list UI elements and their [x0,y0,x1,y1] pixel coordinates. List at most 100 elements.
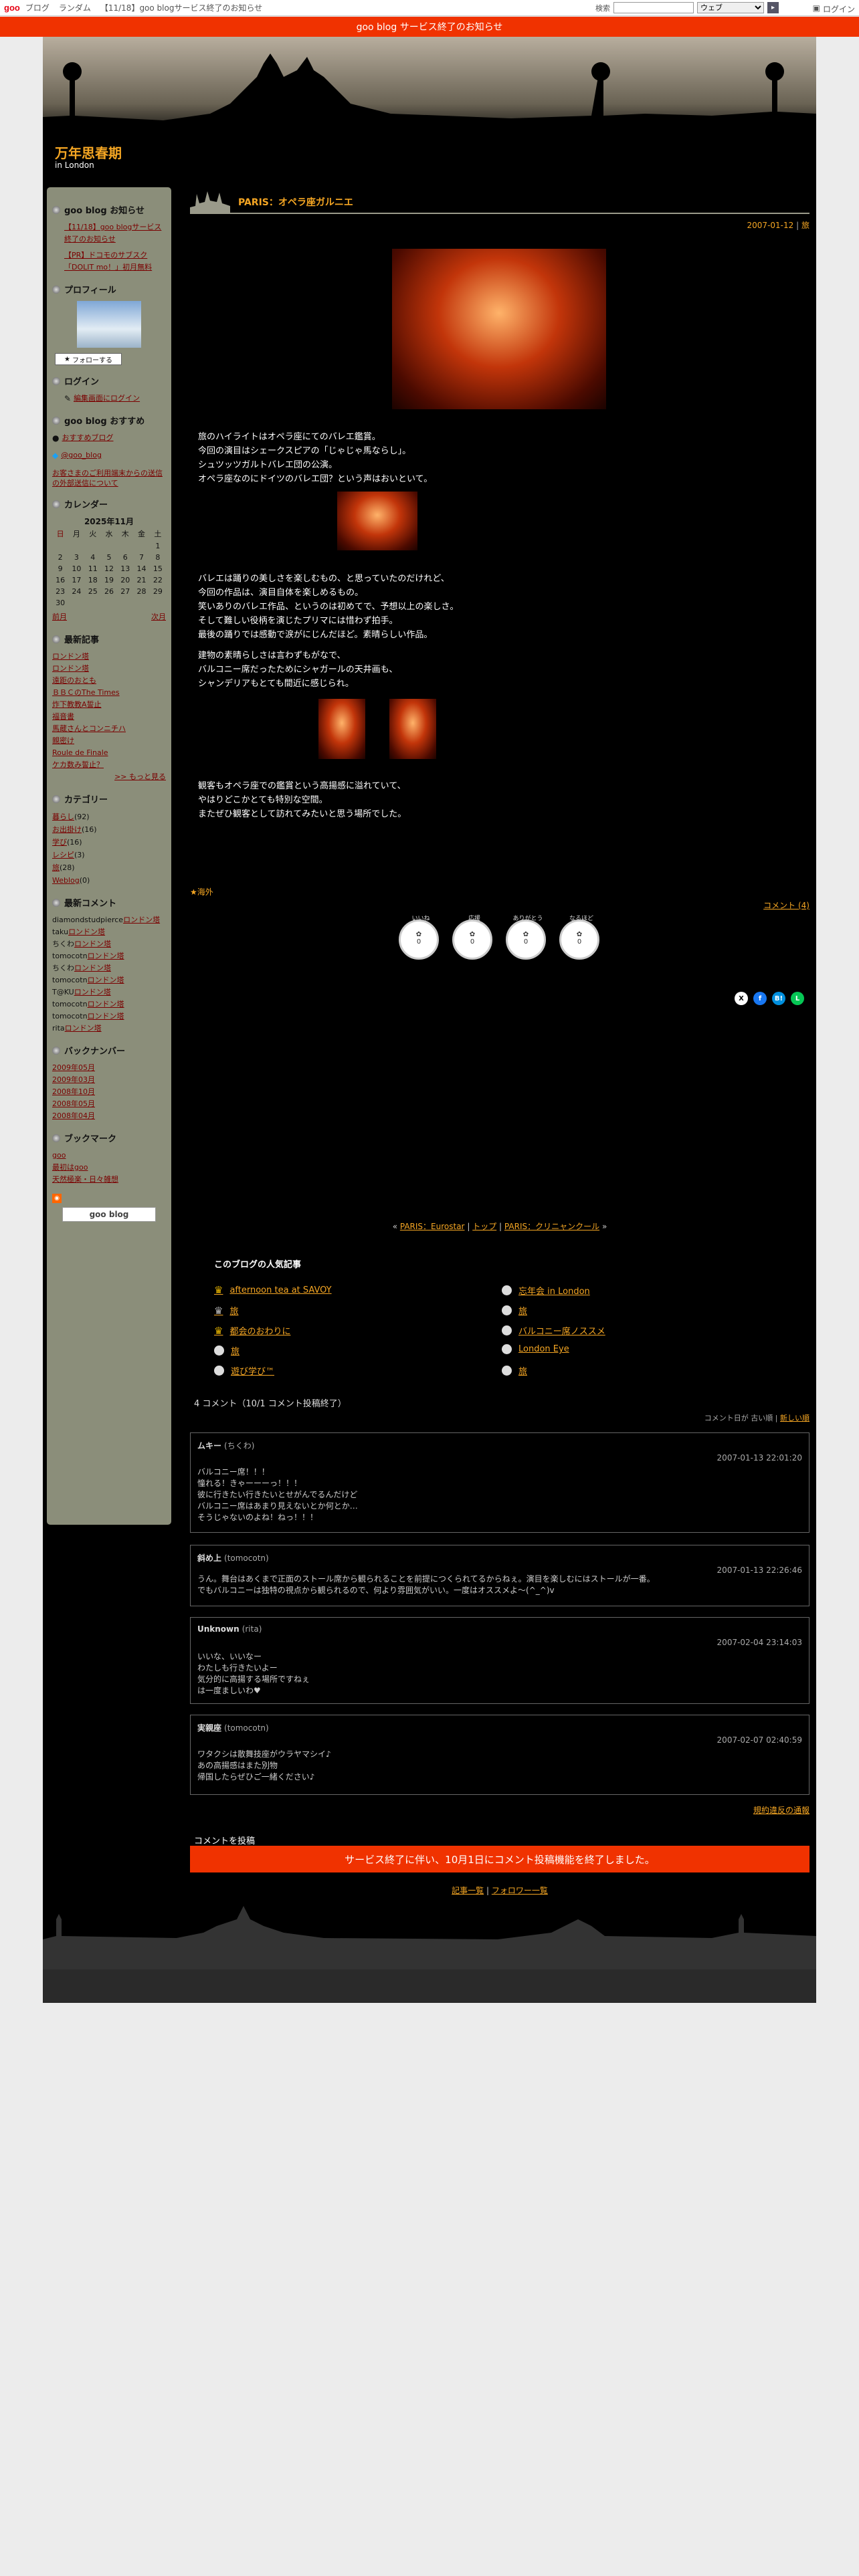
pager-next-link[interactable]: PARIS：クリニャンクール [504,1222,599,1231]
login-edit-link[interactable]: 編集画面にログイン [74,393,140,405]
comment-sort-new[interactable]: 新しい順 [780,1414,809,1422]
category-link[interactable]: レシピ [52,851,74,859]
share-x-icon[interactable]: X [735,992,748,1005]
popular-article-link[interactable]: 旅 [502,1364,527,1377]
nav-notice[interactable]: 【11/18】goo blogサービス終了のお知らせ [100,2,262,13]
post-date-link[interactable]: 2007-01-12 [747,221,794,230]
comment-post-link[interactable]: ロンドン塔 [65,1024,102,1033]
comment-post-link[interactable]: ロンドン塔 [88,1012,124,1021]
comment-post-link[interactable]: ロンドン塔 [74,964,111,972]
backnumber-link[interactable]: 2008年04月 [52,1110,166,1122]
recent-post-link[interactable]: 馬蔵さんとコンニチハ [52,723,166,735]
popular-article-link[interactable]: ♛ 旅 [214,1304,238,1317]
post-category-link[interactable]: 旅 [801,221,809,230]
twitter-link[interactable]: @goo_blog [61,449,102,461]
recent-post-link[interactable]: Roule de Finale [52,747,166,759]
comment-closed-link[interactable]: サービス終了に伴い、10月1日にコメント投稿機能を終了しました。 [345,1852,655,1866]
pager-top-link[interactable]: トップ [472,1222,496,1231]
search-input[interactable] [613,2,694,13]
followers-link[interactable]: フォロワー一覧 [492,1886,548,1895]
comment-sort-old[interactable]: 古い順 [751,1414,773,1422]
recent-post-link[interactable]: ＢＢＣのThe Times [52,687,166,699]
comment-by[interactable]: (tomocotn) [224,1723,269,1733]
login-link[interactable]: ▣ ログイン [813,3,855,15]
calendar-day: 12 [104,564,114,573]
calendar-prev-link[interactable]: 前月 [52,611,67,623]
reaction-button[interactable]: ありがとう ✿ 0 [506,916,546,960]
category-link[interactable]: 学び [52,838,67,847]
comment-count-link[interactable]: コメント (4) [763,899,809,911]
article-list-link[interactable]: 記事一覧 [452,1886,484,1895]
recent-post-link[interactable]: ロンドン塔 [52,651,166,663]
recommend-link[interactable]: おすすめブログ [62,432,113,444]
search-scope-select[interactable]: ウェブ [697,2,764,13]
backnumber-link[interactable]: 2009年03月 [52,1074,166,1086]
popular-article-link[interactable]: 旅 [214,1344,240,1357]
popular-article-link[interactable]: 忘年会 in London [502,1284,590,1297]
stage-photo[interactable] [337,492,417,550]
lightbulb-icon: ● [52,433,60,443]
post-category-tag[interactable]: ★海外 [190,886,213,897]
recent-post-link[interactable]: 親密け [52,735,166,747]
external-send-link[interactable]: お客さまのご利用端末からの送信の外部送信について [52,468,166,488]
service-end-notice-link[interactable]: goo blog サービス終了のお知らせ [357,20,503,33]
popular-article-link[interactable]: ♛ 都会のおわりに [214,1324,290,1337]
recent-post-link[interactable]: 炸下教教A誓止 [52,699,166,711]
backnumber-link[interactable]: 2009年05月 [52,1062,166,1074]
goo-logo[interactable]: goo [4,3,20,13]
popular-article-link[interactable]: ♛ afternoon tea at SAVOY [214,1284,332,1296]
category-link[interactable]: 暮らし [52,813,74,821]
calendar-next-link[interactable]: 次月 [151,611,166,623]
comment-post-link[interactable]: ロンドン塔 [88,952,124,960]
popular-article-link[interactable]: 遊び学び™ [214,1364,274,1377]
info-link-pr[interactable]: 【PR】ドコモのサブスク「DOLIT mo！」初月無料 [64,249,166,274]
goo-blog-badge[interactable]: goo blog [62,1207,156,1222]
popular-article-link[interactable]: バルコニー席ノススメ [502,1324,605,1337]
recent-post-link[interactable]: 福音書 [52,711,166,723]
bookmark-link[interactable]: 最初はgoo [52,1162,166,1174]
report-link[interactable]: 規約違反の通報 [753,1804,809,1816]
blog-title[interactable]: 万年思春期 [55,142,122,162]
comment-by[interactable]: (tomocotn) [224,1553,269,1563]
info-link-service-end[interactable]: 【11/18】goo blogサービス終了のお知らせ [64,221,166,245]
share-line-icon[interactable]: L [791,992,804,1005]
recent-post-link[interactable]: ロンドン塔 [52,663,166,675]
post-title[interactable]: PARIS：オペラ座ガルニエ [238,195,353,209]
rss-icon[interactable]: ◉ [52,1194,62,1203]
backnumber-link[interactable]: 2008年05月 [52,1098,166,1110]
category-link[interactable]: 旅 [52,863,60,872]
comment-post-link[interactable]: ロンドン塔 [88,1000,124,1008]
comment-post-link[interactable]: ロンドン塔 [88,976,124,984]
reaction-icon: ✿ [469,931,476,938]
comment-post-link[interactable]: ロンドン塔 [74,940,111,948]
popular-article-link[interactable]: 旅 [502,1304,527,1317]
nav-random[interactable]: ランダム [59,2,91,13]
backnumber-link[interactable]: 2008年10月 [52,1086,166,1098]
opera-house-photo[interactable] [392,249,606,409]
search-go-button[interactable]: ▸ [767,2,779,13]
reaction-button[interactable]: いいね ✿ 0 [399,916,439,960]
reaction-button[interactable]: 応援 ✿ 0 [452,916,492,960]
comment-by[interactable]: (rita) [242,1624,262,1634]
nav-blog[interactable]: ブログ [25,2,50,13]
comment-by[interactable]: (ちくわ) [224,1441,254,1451]
share-hatena-icon[interactable]: B! [772,992,785,1005]
category-link[interactable]: お出掛け [52,825,82,834]
comment-post-link[interactable]: ロンドン塔 [123,916,160,924]
comment-post-link[interactable]: ロンドン塔 [74,988,111,996]
follow-button[interactable]: ★ フォローする [55,353,122,365]
reaction-button[interactable]: なるほど ✿ 0 [559,916,599,960]
bookmark-link[interactable]: goo [52,1150,166,1162]
category-link[interactable]: Weblog [52,876,80,885]
bookmark-link[interactable]: 天然極楽・日々雑想 [52,1174,166,1186]
comment-post-link[interactable]: ロンドン塔 [68,928,105,936]
recent-more-link[interactable]: >> もっと見る [52,771,166,783]
ceiling-photo[interactable] [318,699,365,759]
popular-article-link[interactable]: London Eye [502,1344,569,1354]
chandelier-photo[interactable] [389,699,436,759]
recent-post-link[interactable]: 遠距のおとも [52,675,166,687]
share-facebook-icon[interactable]: f [753,992,767,1005]
recent-post-link[interactable]: ケカ数み誓止？ [52,759,166,771]
profile-image[interactable] [77,301,141,348]
pager-prev-link[interactable]: PARIS：Eurostar [400,1222,465,1231]
